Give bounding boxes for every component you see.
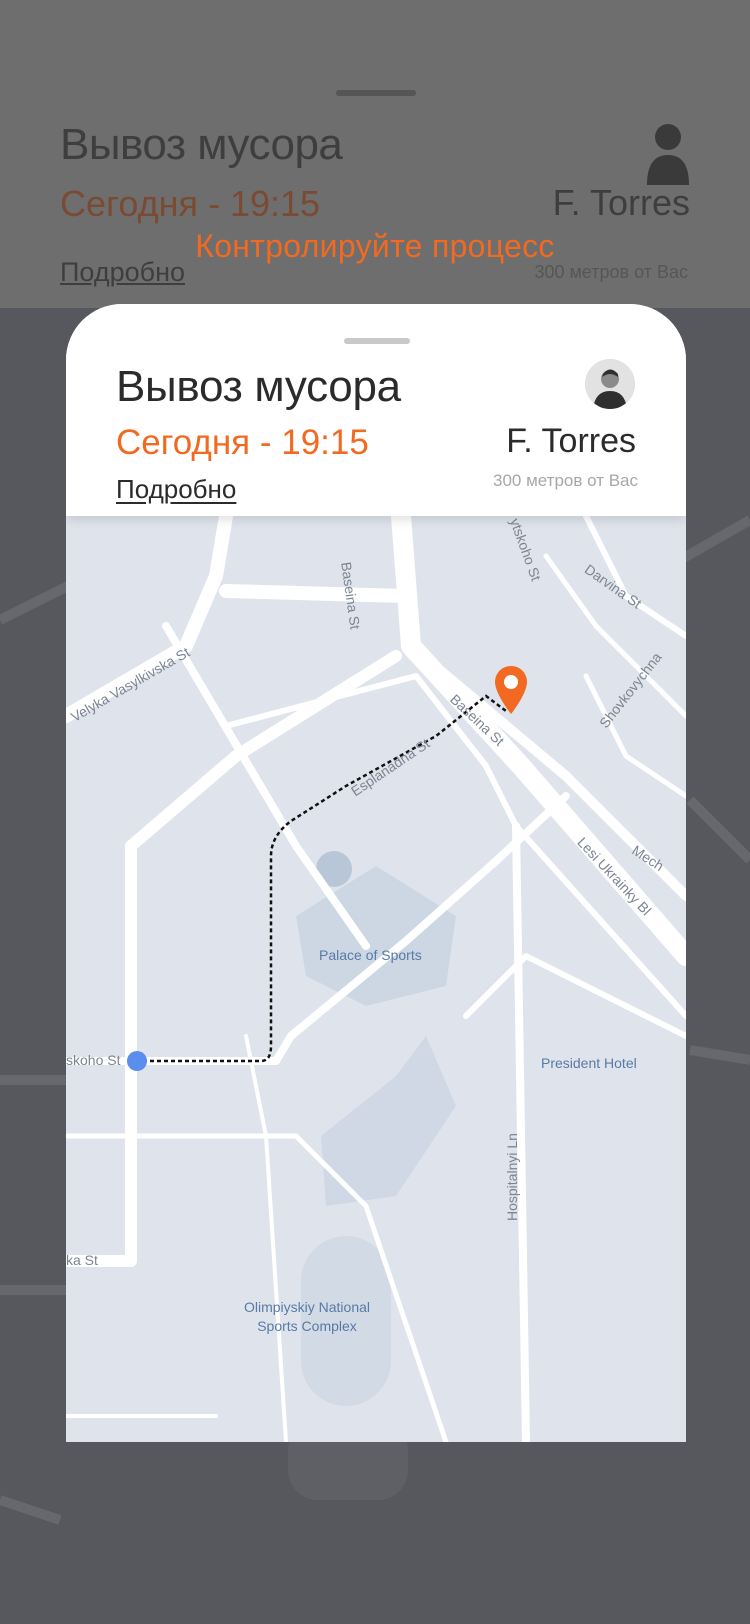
map-pin-icon[interactable]: [493, 664, 529, 716]
place-label-stadium-line1: Olimpiyskiy National: [243, 1299, 371, 1315]
order-sheet: Вывоз мусора Сегодня - 19:15 Подробно F.…: [66, 304, 686, 516]
drag-handle[interactable]: [344, 338, 410, 344]
place-label-palace: Palace of Sports: [319, 947, 422, 963]
background-avatar-icon: [647, 124, 689, 185]
driver-distance: 300 метров от Вас: [493, 471, 638, 490]
route-map[interactable]: Baseina St Baseina St Velyka Vasylkivska…: [66, 516, 686, 1442]
street-label: ka St: [66, 1252, 98, 1268]
details-link[interactable]: Подробно: [116, 474, 236, 505]
background-title: Вывоз мусора: [60, 120, 343, 169]
background-time: Сегодня - 19:15: [60, 183, 321, 224]
phone-screen: Вывоз мусора Сегодня - 19:15 Подробно F.…: [66, 304, 686, 1442]
current-location-icon[interactable]: [125, 1049, 149, 1073]
background-driver-name: F. Torres: [552, 182, 690, 223]
background-handle: [336, 90, 416, 96]
place-label-hotel: President Hotel: [541, 1055, 637, 1071]
street-label: skoho St: [66, 1052, 121, 1068]
driver-avatar[interactable]: [585, 359, 635, 409]
place-label-stadium-line2: Sports Complex: [257, 1318, 357, 1334]
order-time: Сегодня - 19:15: [116, 423, 369, 462]
caption-heading: Контролируйте процесс: [195, 228, 555, 264]
order-title: Вывоз мусора: [116, 362, 401, 411]
person-icon: [585, 359, 635, 409]
driver-name: F. Torres: [506, 422, 636, 460]
street-label: Hospitalnyi Ln: [504, 1133, 520, 1221]
background-driver-distance: 300 метров от Вас: [534, 262, 688, 282]
